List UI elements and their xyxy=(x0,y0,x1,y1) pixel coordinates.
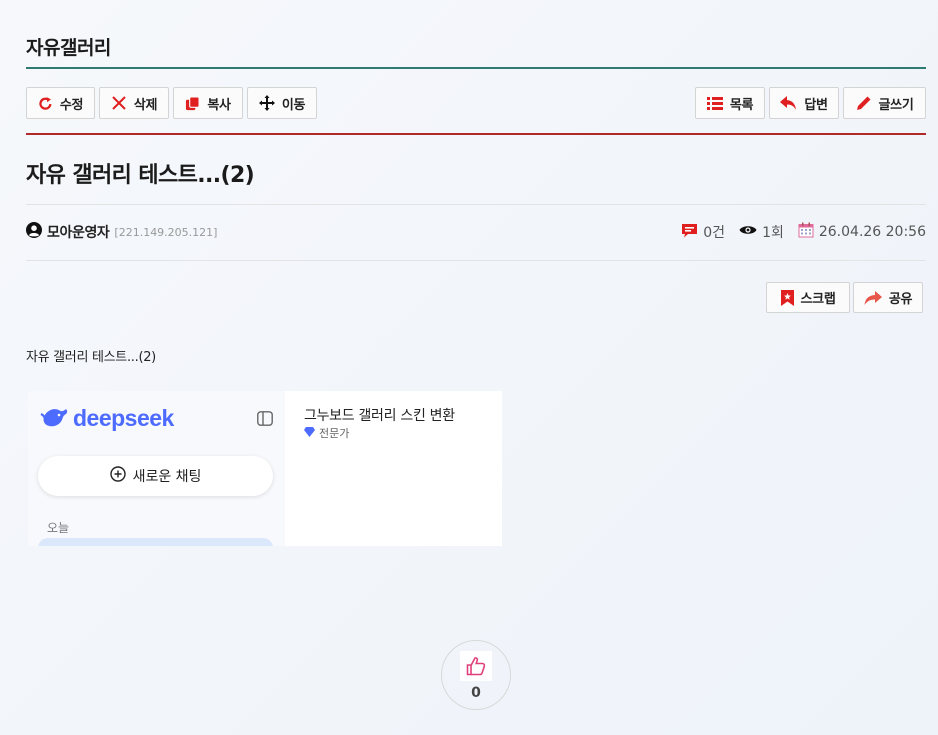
eye-icon xyxy=(739,224,757,240)
post-stats: 0건 1회 26.04.26 20:56 xyxy=(681,222,926,242)
image-sidebar: deepseek 새로운 채팅 오늘 xyxy=(28,391,285,546)
move-arrows-icon xyxy=(258,95,275,111)
expert-badge: 전문가 xyxy=(304,425,349,441)
post-toolbar: 수정 삭제 복사 이동 목록 답변 글쓰기 xyxy=(26,87,926,119)
close-icon xyxy=(111,95,127,111)
post-date-value: 26.04.26 20:56 xyxy=(818,224,926,240)
reply-button[interactable]: 답변 xyxy=(769,87,839,119)
new-chat-button: 새로운 채팅 xyxy=(38,456,273,496)
comment-icon xyxy=(681,223,698,242)
new-chat-label: 새로운 채팅 xyxy=(132,469,202,485)
author-name[interactable]: 모아운영자 xyxy=(47,222,110,242)
scrap-button[interactable]: 스크랩 xyxy=(766,282,850,313)
delete-button-label: 삭제 xyxy=(133,97,158,113)
share-button[interactable]: 공유 xyxy=(853,282,923,313)
list-icon xyxy=(706,96,723,110)
title-divider xyxy=(26,67,926,69)
expert-badge-label: 전문가 xyxy=(319,427,350,440)
reply-button-label: 답변 xyxy=(804,97,828,113)
board-title: 자유갤러리 xyxy=(26,37,111,59)
post-meta: 모아운영자 [221.149.205.121] 0건 1회 26.04.26 2… xyxy=(26,222,926,244)
write-button-label: 글쓰기 xyxy=(878,97,914,113)
copy-button[interactable]: 복사 xyxy=(173,87,243,119)
delete-button[interactable]: 삭제 xyxy=(99,87,169,119)
deepseek-logo: deepseek xyxy=(40,405,174,432)
author-info: 모아운영자 [221.149.205.121] xyxy=(26,222,217,242)
view-count: 1회 xyxy=(739,222,784,242)
post-date: 26.04.26 20:56 xyxy=(798,222,926,242)
refresh-icon xyxy=(38,96,53,111)
sidebar-toggle-icon xyxy=(257,411,273,430)
post-title: 자유 갤러리 테스트...(2) xyxy=(26,163,255,188)
move-button-label: 이동 xyxy=(281,97,306,113)
whale-icon xyxy=(40,406,68,432)
move-button[interactable]: 이동 xyxy=(247,87,317,119)
bookmark-icon xyxy=(780,289,794,306)
list-button-label: 목록 xyxy=(729,97,754,113)
post-body-text: 자유 갤러리 테스트...(2) xyxy=(26,350,156,365)
today-section-label: 오늘 xyxy=(47,521,70,535)
post-attached-image: deepseek 새로운 채팅 오늘 그누보드 갤러리 스킨 변환 전문가 xyxy=(28,391,502,546)
write-button[interactable]: 글쓰기 xyxy=(843,87,926,119)
list-button[interactable]: 목록 xyxy=(695,87,765,119)
scrap-button-label: 스크랩 xyxy=(800,292,836,307)
title-separator xyxy=(26,204,926,205)
image-content-area: 그누보드 갤러리 스킨 변환 전문가 xyxy=(286,391,502,546)
toolbar-divider xyxy=(26,133,926,135)
comment-count-value: 0건 xyxy=(703,225,726,241)
edit-button-label: 수정 xyxy=(59,97,84,113)
share-button-label: 공유 xyxy=(888,292,913,307)
edit-button[interactable]: 수정 xyxy=(26,87,95,119)
image-card-title: 그누보드 갤러리 스킨 변환 xyxy=(304,408,455,424)
view-count-value: 1회 xyxy=(762,225,784,241)
like-button[interactable]: 0 xyxy=(441,640,511,710)
copy-button-label: 복사 xyxy=(207,97,231,113)
pencil-icon xyxy=(856,95,872,111)
user-avatar-icon xyxy=(26,222,42,242)
author-ip: [221.149.205.121] xyxy=(114,225,218,239)
selected-chat-item xyxy=(38,538,273,546)
comment-count: 0건 xyxy=(681,222,725,242)
like-count: 0 xyxy=(471,685,481,701)
meta-separator xyxy=(26,260,926,261)
copy-icon xyxy=(185,95,200,111)
thumbs-up-icon xyxy=(460,651,492,681)
share-actions: 스크랩 공유 xyxy=(766,282,926,313)
deepseek-logo-text: deepseek xyxy=(73,405,174,431)
reply-arrow-icon xyxy=(780,96,797,110)
calendar-icon xyxy=(798,222,814,242)
plus-circle-icon xyxy=(109,466,126,486)
share-arrow-icon xyxy=(864,290,882,305)
diamond-icon xyxy=(304,426,315,440)
